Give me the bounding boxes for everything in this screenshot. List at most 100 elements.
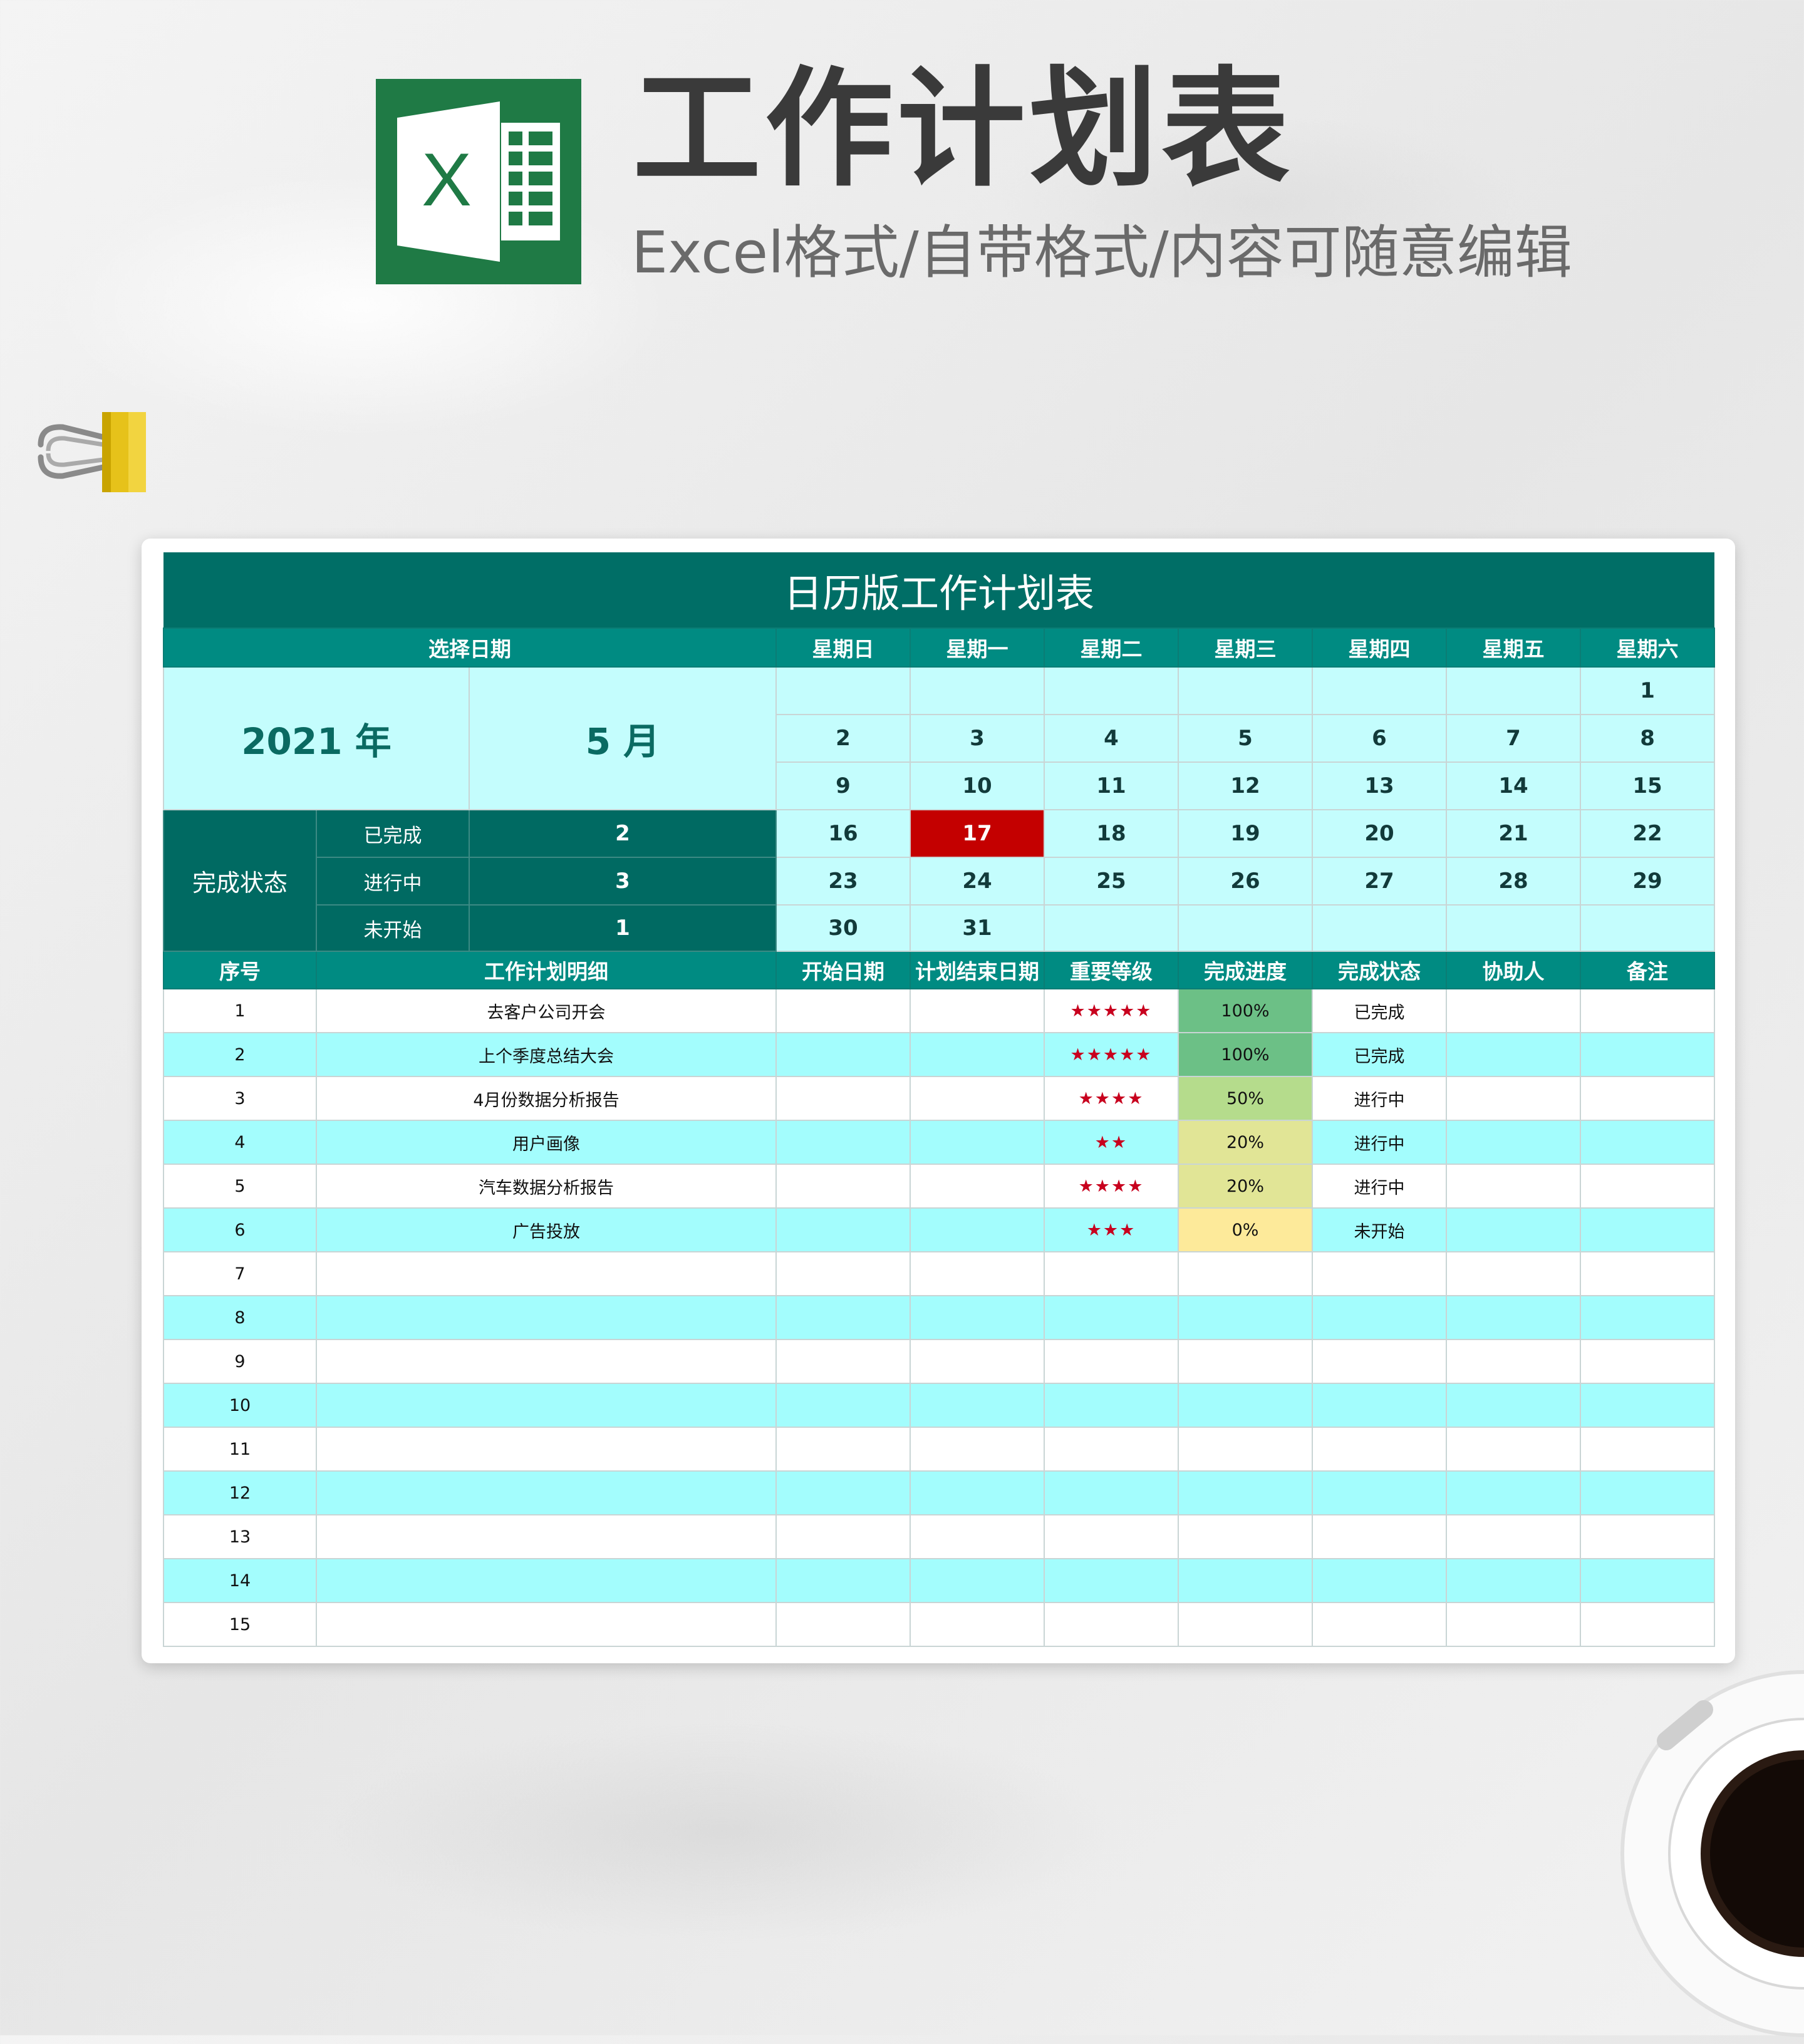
helper-cell[interactable] [1446,1383,1581,1428]
end-date-cell[interactable] [910,1032,1045,1077]
note-cell[interactable] [1579,1120,1716,1165]
note-cell[interactable] [1579,1076,1716,1121]
helper-cell[interactable] [1446,1514,1581,1559]
helper-cell[interactable] [1446,1295,1581,1340]
task-status[interactable] [1312,1339,1447,1384]
priority-stars[interactable] [1044,1339,1179,1384]
task-name[interactable]: 4月份数据分析报告 [316,1076,777,1121]
progress-cell[interactable]: 20% [1178,1120,1313,1165]
end-date-cell[interactable] [910,1339,1045,1384]
task-name[interactable]: 上个季度总结大会 [316,1032,777,1077]
calendar-day[interactable]: 21 [1446,809,1581,858]
end-date-cell[interactable] [910,1120,1045,1165]
row-number[interactable]: 7 [163,1251,317,1296]
priority-stars[interactable]: ★★ [1044,1120,1179,1165]
helper-cell[interactable] [1446,988,1581,1033]
calendar-day[interactable] [1178,666,1313,715]
calendar-day[interactable] [1446,666,1581,715]
calendar-day[interactable]: 14 [1446,761,1581,810]
task-status[interactable] [1312,1558,1447,1603]
task-status[interactable] [1312,1383,1447,1428]
calendar-day[interactable]: 5 [1178,714,1313,763]
task-status[interactable]: 进行中 [1312,1120,1447,1165]
note-cell[interactable] [1579,1383,1716,1428]
end-date-cell[interactable] [910,1558,1045,1603]
end-date-cell[interactable] [910,1602,1045,1647]
calendar-day[interactable]: 22 [1579,809,1716,858]
calendar-day[interactable]: 23 [775,857,911,906]
calendar-day[interactable] [910,666,1045,715]
task-status[interactable] [1312,1295,1447,1340]
start-date-cell[interactable] [775,1076,911,1121]
task-name[interactable] [316,1558,777,1603]
calendar-day[interactable]: 27 [1312,857,1447,906]
end-date-cell[interactable] [910,1470,1045,1515]
task-name[interactable] [316,1427,777,1472]
progress-cell[interactable]: 0% [1178,1207,1313,1252]
priority-stars[interactable] [1044,1251,1179,1296]
row-number[interactable]: 12 [163,1470,317,1515]
note-cell[interactable] [1579,1295,1716,1340]
end-date-cell[interactable] [910,1427,1045,1472]
helper-cell[interactable] [1446,1558,1581,1603]
end-date-cell[interactable] [910,1076,1045,1121]
note-cell[interactable] [1579,1602,1716,1647]
start-date-cell[interactable] [775,1032,911,1077]
start-date-cell[interactable] [775,1251,911,1296]
row-number[interactable]: 2 [163,1032,317,1077]
note-cell[interactable] [1579,1207,1716,1252]
calendar-day[interactable]: 16 [775,809,911,858]
calendar-day[interactable]: 9 [775,761,911,810]
row-number[interactable]: 5 [163,1164,317,1209]
calendar-day[interactable] [1312,904,1447,952]
calendar-day[interactable]: 8 [1579,714,1716,763]
note-cell[interactable] [1579,988,1716,1033]
task-name[interactable] [316,1295,777,1340]
task-status[interactable]: 进行中 [1312,1164,1447,1209]
helper-cell[interactable] [1446,1076,1581,1121]
calendar-day-today[interactable]: 17 [910,809,1045,858]
task-name[interactable]: 广告投放 [316,1207,777,1252]
note-cell[interactable] [1579,1558,1716,1603]
start-date-cell[interactable] [775,1164,911,1209]
priority-stars[interactable]: ★★★★★ [1044,988,1179,1033]
row-number[interactable]: 6 [163,1207,317,1252]
month-selector[interactable]: 5 月 [469,666,777,810]
progress-cell[interactable] [1178,1558,1313,1603]
start-date-cell[interactable] [775,1558,911,1603]
helper-cell[interactable] [1446,1207,1581,1252]
priority-stars[interactable] [1044,1427,1179,1472]
calendar-day[interactable] [1446,904,1581,952]
end-date-cell[interactable] [910,1207,1045,1252]
start-date-cell[interactable] [775,1120,911,1165]
task-name[interactable]: 去客户公司开会 [316,988,777,1033]
row-number[interactable]: 13 [163,1514,317,1559]
progress-cell[interactable] [1178,1427,1313,1472]
task-status[interactable]: 已完成 [1312,988,1447,1033]
progress-cell[interactable]: 50% [1178,1076,1313,1121]
year-selector[interactable]: 2021 年 [163,666,470,810]
note-cell[interactable] [1579,1032,1716,1077]
calendar-day[interactable]: 2 [775,714,911,763]
calendar-day[interactable]: 4 [1044,714,1179,763]
calendar-day[interactable]: 18 [1044,809,1179,858]
start-date-cell[interactable] [775,1427,911,1472]
progress-cell[interactable] [1178,1514,1313,1559]
task-name[interactable]: 用户画像 [316,1120,777,1165]
end-date-cell[interactable] [910,1514,1045,1559]
priority-stars[interactable] [1044,1602,1179,1647]
progress-cell[interactable] [1178,1383,1313,1428]
helper-cell[interactable] [1446,1120,1581,1165]
helper-cell[interactable] [1446,1164,1581,1209]
calendar-day[interactable]: 11 [1044,761,1179,810]
end-date-cell[interactable] [910,1295,1045,1340]
helper-cell[interactable] [1446,1251,1581,1296]
priority-stars[interactable] [1044,1514,1179,1559]
note-cell[interactable] [1579,1470,1716,1515]
calendar-day[interactable]: 20 [1312,809,1447,858]
row-number[interactable]: 15 [163,1602,317,1647]
start-date-cell[interactable] [775,1207,911,1252]
calendar-day[interactable]: 28 [1446,857,1581,906]
task-status[interactable] [1312,1514,1447,1559]
end-date-cell[interactable] [910,1383,1045,1428]
